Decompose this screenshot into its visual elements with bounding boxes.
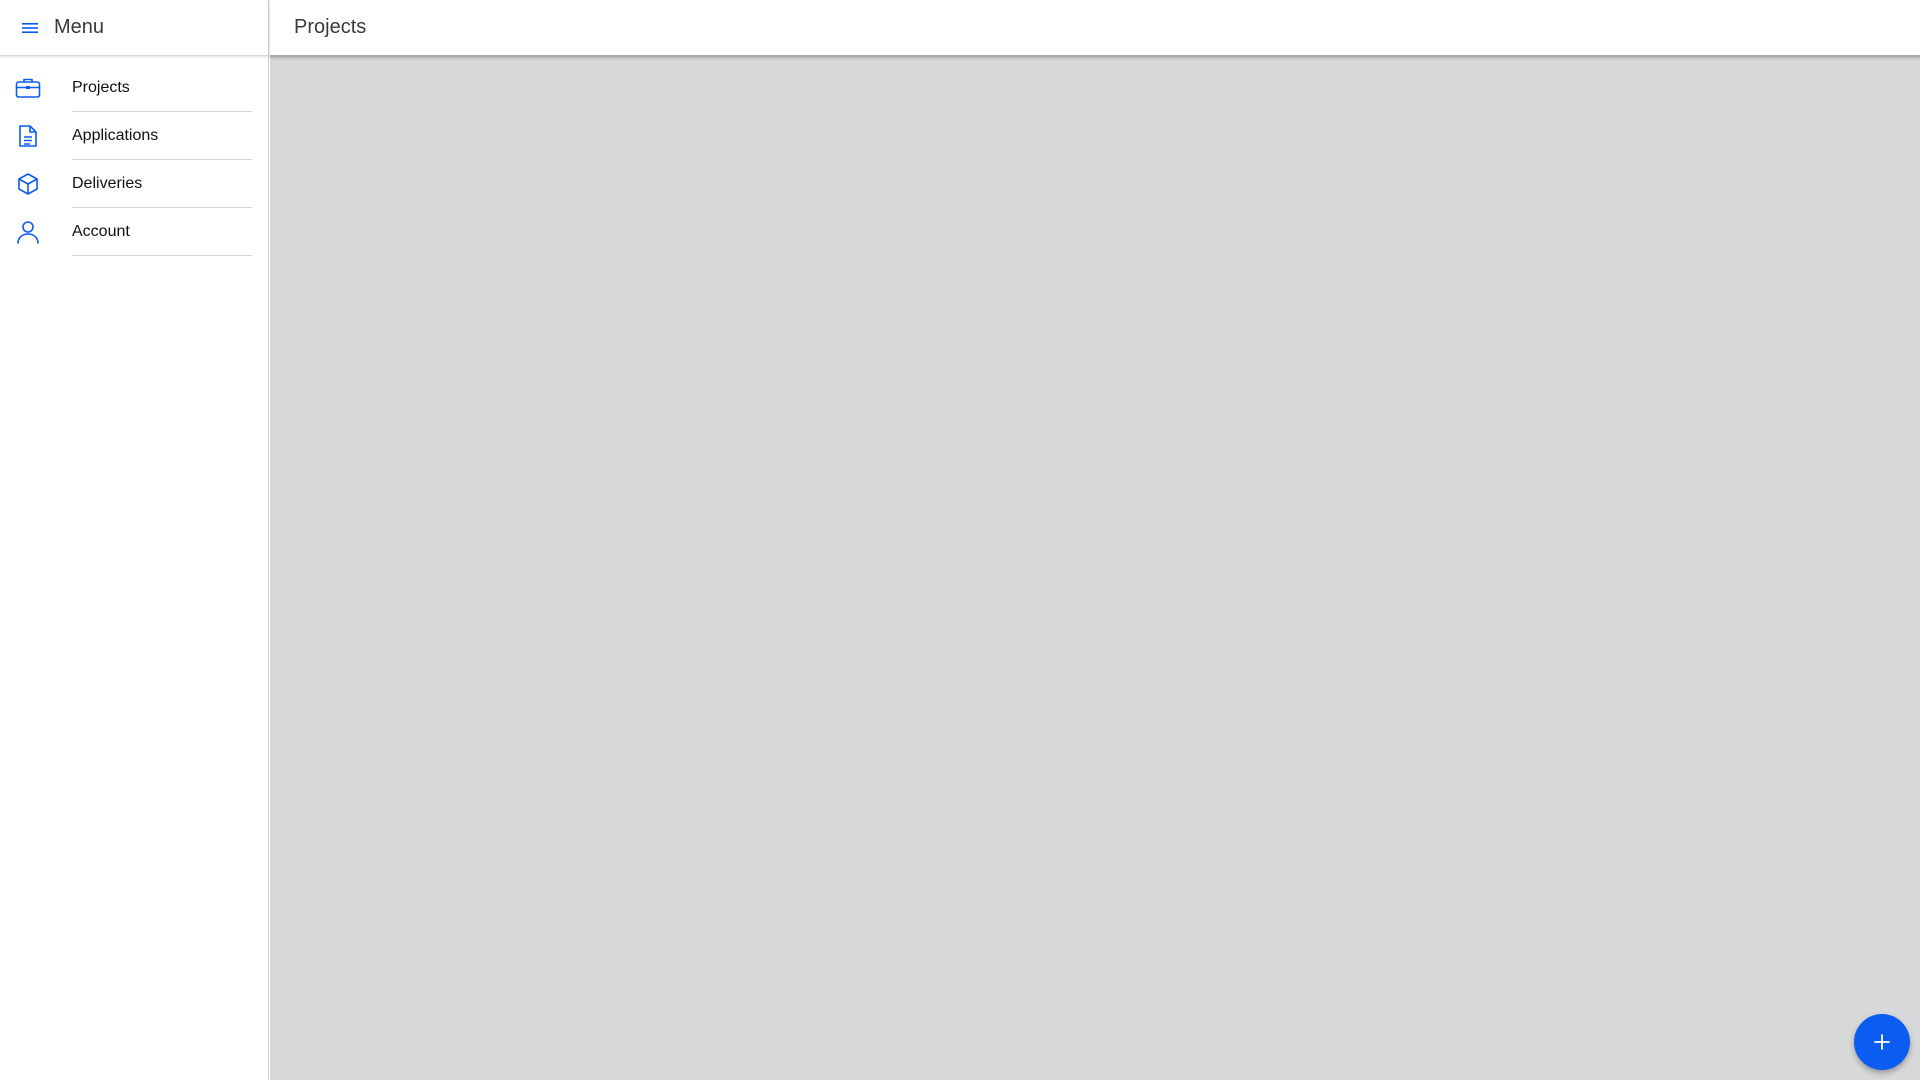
top-bar: Projects bbox=[270, 0, 1920, 57]
sidebar-item-label: Deliveries bbox=[72, 160, 252, 208]
sidebar-item-account[interactable]: Account bbox=[0, 208, 268, 256]
main-content: Projects bbox=[270, 0, 1920, 1080]
sidebar-item-deliveries[interactable]: Deliveries bbox=[0, 160, 268, 208]
menu-title: Menu bbox=[54, 16, 105, 38]
user-icon bbox=[14, 218, 42, 246]
menu-toggle-button[interactable] bbox=[20, 18, 40, 38]
sidebar-item-label: Applications bbox=[72, 112, 252, 160]
add-project-button[interactable] bbox=[1854, 1014, 1910, 1070]
sidebar-nav: Projects Applications Deliveries Account bbox=[0, 64, 268, 256]
app-root: Menu Projects Applications Deliveries Ac… bbox=[0, 0, 1920, 1080]
briefcase-icon bbox=[14, 74, 42, 102]
page-title: Projects bbox=[294, 16, 367, 38]
sidebar-item-projects[interactable]: Projects bbox=[0, 64, 268, 112]
document-icon bbox=[14, 122, 42, 150]
menu-icon bbox=[22, 22, 38, 34]
sidebar-header: Menu bbox=[0, 0, 268, 56]
sidebar-item-applications[interactable]: Applications bbox=[0, 112, 268, 160]
sidebar: Menu Projects Applications Deliveries Ac… bbox=[0, 0, 269, 1080]
sidebar-item-label: Projects bbox=[72, 64, 252, 112]
box-icon bbox=[14, 170, 42, 198]
sidebar-item-label: Account bbox=[72, 208, 252, 256]
plus-icon bbox=[1874, 1034, 1890, 1050]
